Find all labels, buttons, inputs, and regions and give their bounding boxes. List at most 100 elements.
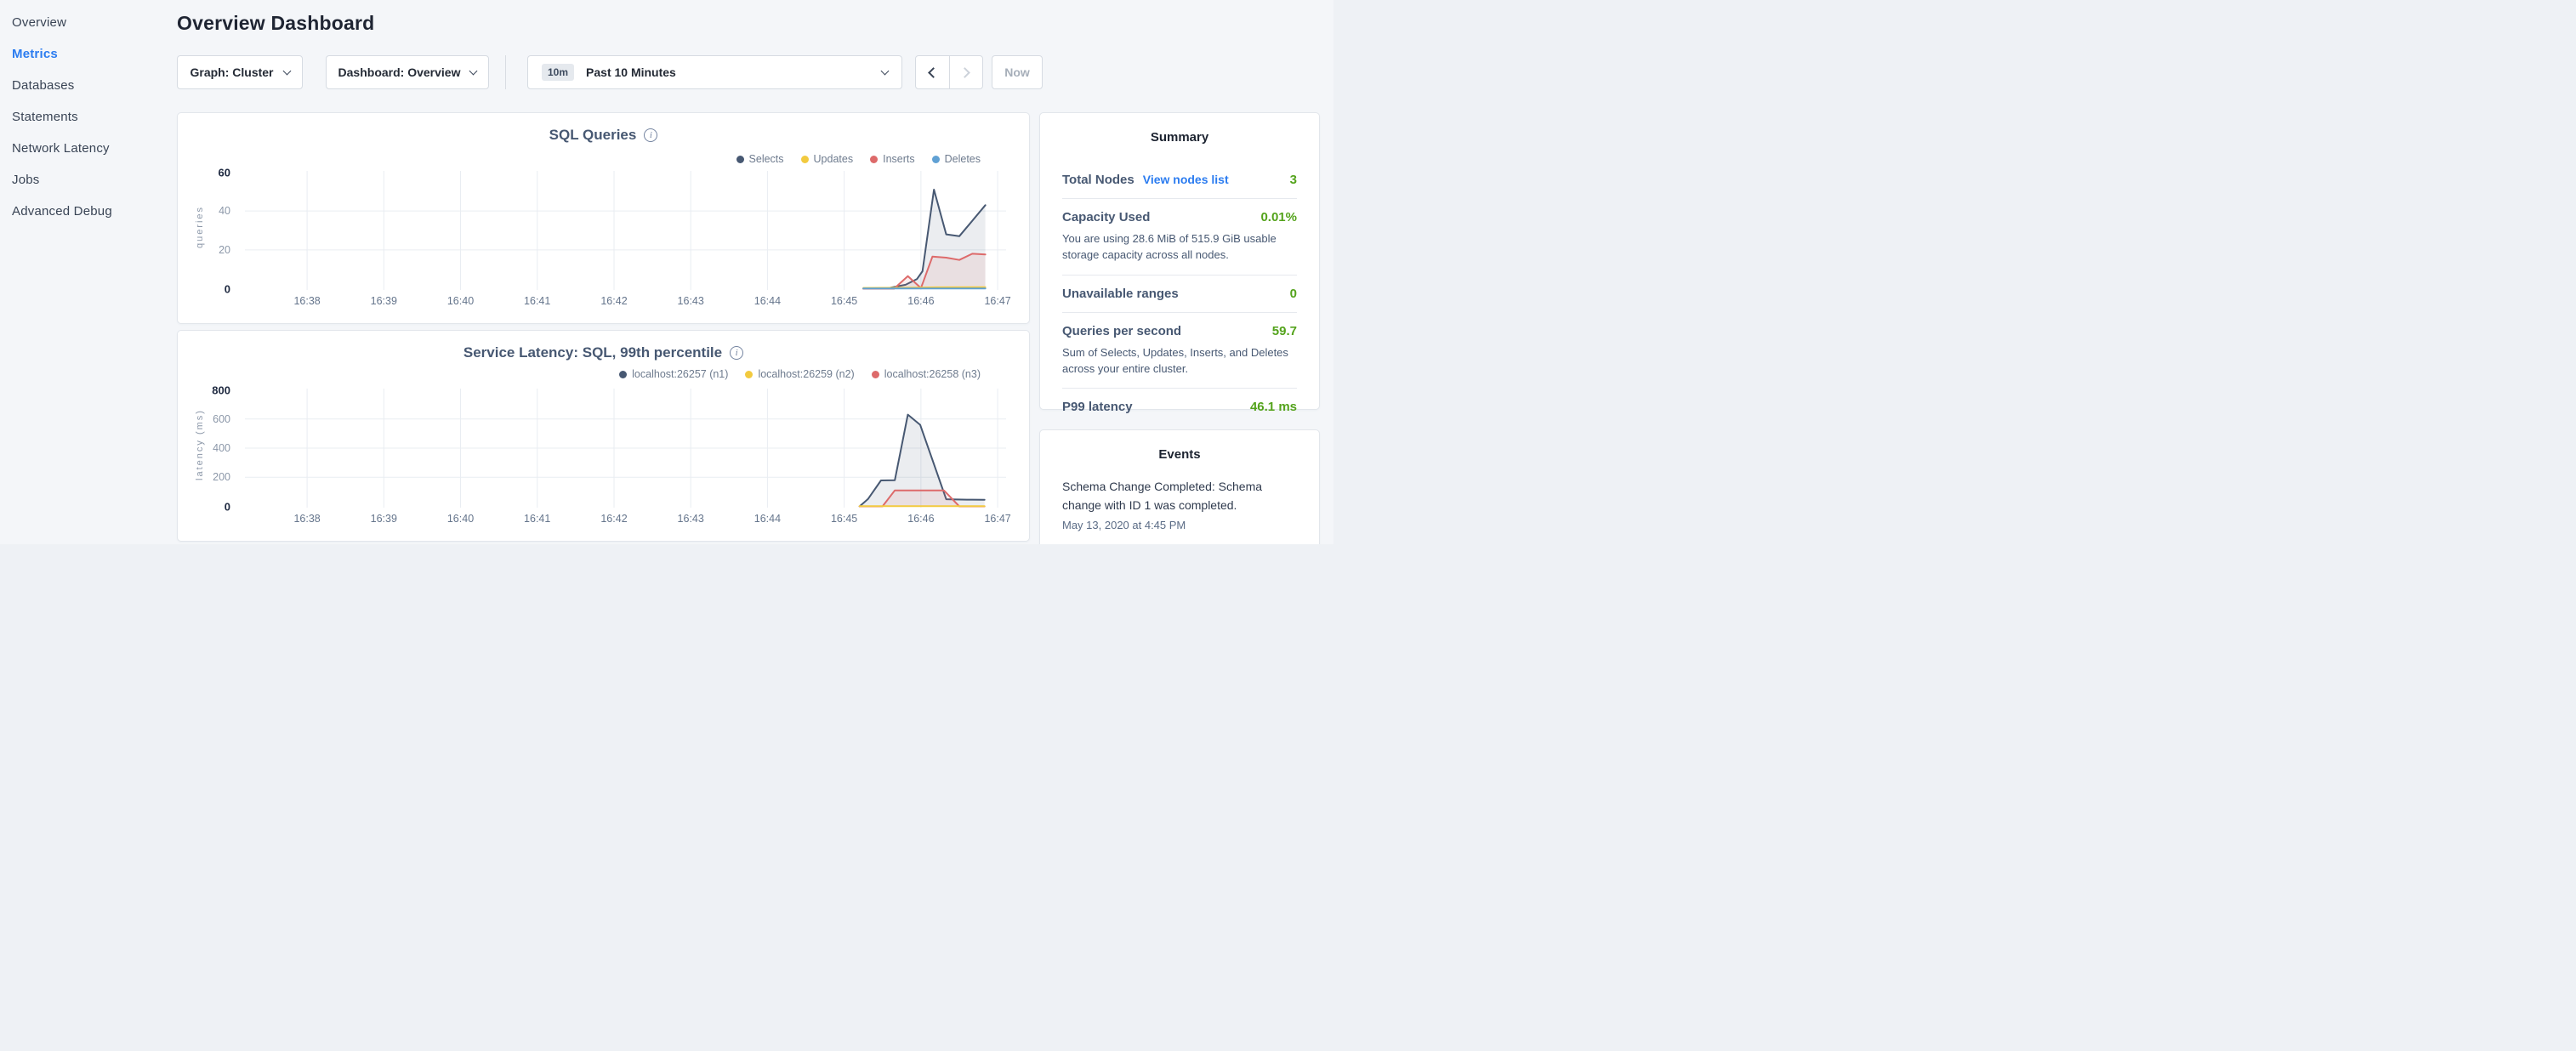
summary-row-capacity-used: Capacity Used 0.01% You are using 28.6 M… (1062, 199, 1297, 276)
events-panel: Events Schema Change Completed: Schema c… (1039, 429, 1320, 544)
summary-row-p99-latency: P99 latency 46.1 ms (1062, 389, 1297, 425)
chevron-down-icon (881, 66, 890, 75)
sidebar-item-overview[interactable]: Overview (0, 7, 170, 38)
sql-queries-chart-card: SQL Queries i Selects Updates Inserts Delet… (177, 112, 1030, 324)
summary-row-description: Sum of Selects, Updates, Inserts, and De… (1062, 345, 1297, 378)
summary-rows: Total Nodes View nodes list 3 Capacity U… (1040, 145, 1319, 425)
event-timestamp: May 13, 2020 at 4:45 PM (1062, 519, 1297, 531)
sidebar-item-databases[interactable]: Databases (0, 70, 170, 101)
x-tick-label: 16:47 (984, 513, 1010, 525)
summary-row-label: Queries per second (1062, 324, 1181, 338)
legend-item: Selects (736, 153, 784, 165)
events-title: Events (1040, 430, 1319, 462)
summary-row-unavailable-ranges: Unavailable ranges 0 (1062, 276, 1297, 313)
y-axis-ticks: 0200400600800 (178, 389, 230, 508)
x-tick-label: 16:40 (447, 295, 474, 307)
summary-panel: Summary Total Nodes View nodes list 3 Ca… (1039, 112, 1320, 410)
x-tick-label: 16:42 (600, 513, 627, 525)
x-tick-label: 16:45 (831, 513, 857, 525)
sidebar-item-metrics[interactable]: Metrics (0, 38, 170, 70)
x-tick-label: 16:39 (371, 513, 397, 525)
y-tick-label: 0 (225, 282, 230, 295)
sidebar-item-jobs[interactable]: Jobs (0, 164, 170, 196)
x-axis-ticks: 16:38 16:39 16:40 16:41 16:42 16:43 16:44 16:45… (245, 513, 1006, 526)
x-tick-label: 16:38 (293, 513, 320, 525)
info-icon[interactable]: i (644, 128, 657, 142)
y-tick-label: 20 (219, 244, 230, 256)
legend-label: Updates (814, 153, 854, 165)
summary-row-total-nodes: Total Nodes View nodes list 3 (1062, 162, 1297, 199)
x-tick-label: 16:41 (524, 513, 550, 525)
chevron-right-icon (959, 67, 970, 78)
sql-queries-plot[interactable] (245, 171, 1006, 290)
y-tick-label: 200 (213, 471, 230, 483)
toolbar-divider (505, 55, 506, 89)
legend-dot-icon (619, 371, 627, 378)
info-icon[interactable]: i (730, 346, 743, 360)
legend-dot-icon (736, 156, 744, 163)
event-item[interactable]: Schema Change Completed: Schema change w… (1062, 477, 1297, 531)
x-tick-label: 16:44 (754, 295, 781, 307)
legend-dot-icon (745, 371, 753, 378)
y-tick-label: 600 (213, 413, 230, 425)
legend-item: localhost:26258 (n3) (872, 368, 981, 380)
events-list: Schema Change Completed: Schema change w… (1040, 462, 1319, 531)
legend-label: localhost:26258 (n3) (884, 368, 981, 380)
now-button[interactable]: Now (992, 55, 1043, 89)
service-latency-plot[interactable] (245, 389, 1006, 508)
y-axis-ticks: 0204060 (178, 171, 230, 290)
legend-item: Deletes (932, 153, 981, 165)
chevron-down-icon (469, 66, 478, 75)
y-tick-label: 800 (212, 383, 230, 396)
chevron-down-icon (282, 66, 291, 75)
graph-dropdown-label: Graph: Cluster (190, 65, 273, 79)
x-tick-label: 16:42 (600, 295, 627, 307)
chart-legend: Selects Updates Inserts Deletes (736, 153, 981, 165)
x-tick-label: 16:47 (984, 295, 1010, 307)
view-nodes-list-link[interactable]: View nodes list (1143, 173, 1229, 186)
time-next-button[interactable] (949, 56, 983, 88)
time-prev-button[interactable] (916, 56, 949, 88)
sidebar-item-statements[interactable]: Statements (0, 101, 170, 133)
y-tick-label: 40 (219, 205, 230, 217)
legend-label: localhost:26259 (n2) (758, 368, 854, 380)
chart-title: SQL Queries (549, 127, 637, 144)
legend-dot-icon (801, 156, 809, 163)
chart-title: Service Latency: SQL, 99th percentile (463, 344, 722, 361)
legend-label: Deletes (945, 153, 981, 165)
legend-item: Updates (801, 153, 854, 165)
summary-row-value: 0 (1290, 287, 1297, 301)
legend-item: localhost:26257 (n1) (619, 368, 728, 380)
summary-row-label: Unavailable ranges (1062, 287, 1179, 301)
summary-row-label: P99 latency (1062, 400, 1133, 414)
x-tick-label: 16:39 (371, 295, 397, 307)
x-axis-ticks: 16:3816:3916:4016:4116:4216:4316:4416:45… (245, 295, 1006, 309)
summary-row-description: You are using 28.6 MiB of 515.9 GiB usab… (1062, 231, 1297, 264)
summary-row-label: Capacity Used (1062, 210, 1150, 224)
sidebar-item-advanced-debug[interactable]: Advanced Debug (0, 196, 170, 227)
summary-row-value: 59.7 (1272, 324, 1297, 338)
x-tick-label: 16:43 (678, 513, 704, 525)
chevron-left-icon (928, 67, 939, 78)
dashboard-dropdown[interactable]: Dashboard: Overview (326, 55, 489, 89)
sidebar-item-network-latency[interactable]: Network Latency (0, 133, 170, 164)
x-tick-label: 16:46 (907, 295, 934, 307)
x-tick-label: 16:46 (907, 513, 934, 525)
x-tick-label: 16:43 (678, 295, 704, 307)
legend-dot-icon (872, 371, 879, 378)
x-tick-label: 16:44 (754, 513, 781, 525)
now-button-label: Now (1004, 65, 1030, 79)
page-title: Overview Dashboard (177, 12, 374, 35)
summary-row-value: 46.1 ms (1250, 400, 1297, 414)
time-range-label: Past 10 Minutes (586, 65, 676, 79)
dashboard-dropdown-label: Dashboard: Overview (338, 65, 461, 79)
summary-title: Summary (1040, 113, 1319, 145)
graph-dropdown[interactable]: Graph: Cluster (177, 55, 303, 89)
service-latency-chart-card: Service Latency: SQL, 99th percentile i … (177, 330, 1030, 542)
legend-label: Inserts (883, 153, 915, 165)
x-tick-label: 16:40 (447, 513, 474, 525)
legend-item: localhost:26259 (n2) (745, 368, 854, 380)
app-root: Overview Metrics Databases Statements Ne… (0, 0, 1333, 544)
time-pager (915, 55, 983, 89)
time-range-dropdown[interactable]: 10m Past 10 Minutes (527, 55, 902, 89)
